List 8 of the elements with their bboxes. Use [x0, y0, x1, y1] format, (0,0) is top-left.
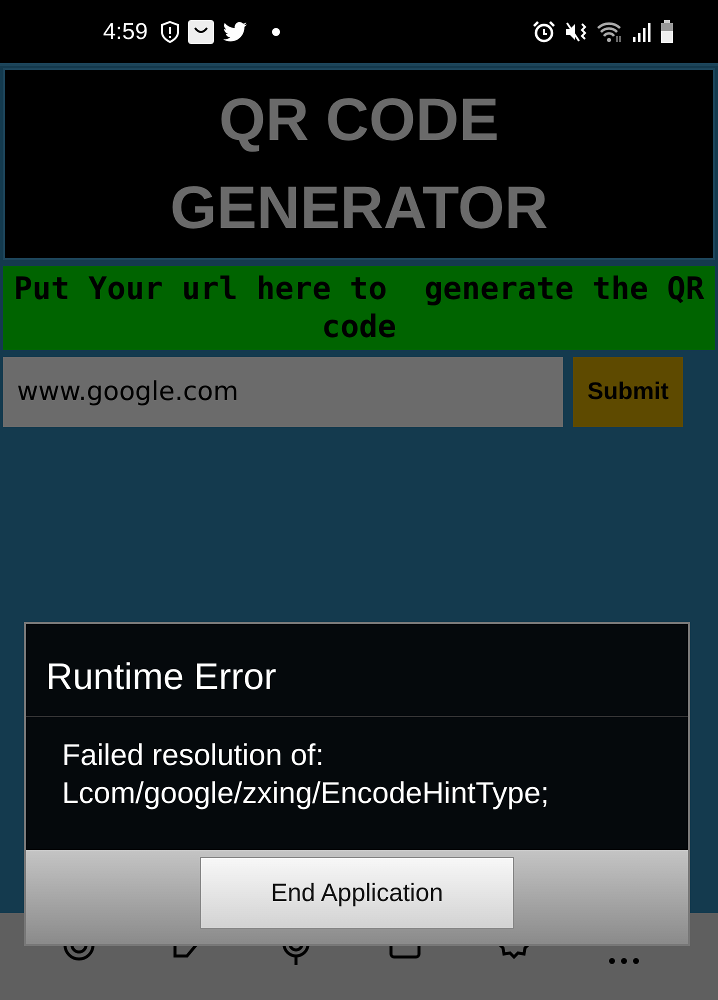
end-application-button[interactable]: End Application — [200, 857, 514, 929]
dialog-title: Runtime Error — [26, 624, 688, 717]
submit-button[interactable]: Submit — [573, 357, 683, 427]
instruction-text: Put Your url here to generate the QR code — [3, 266, 715, 350]
app-title: QR CODE GENERATOR — [3, 68, 715, 260]
url-field[interactable]: www.google.com — [3, 357, 563, 427]
clock: 4:59 — [103, 18, 148, 45]
error-message: Failed resolution of: Lcom/google/zxing/EncodeHintType; — [61, 738, 550, 812]
